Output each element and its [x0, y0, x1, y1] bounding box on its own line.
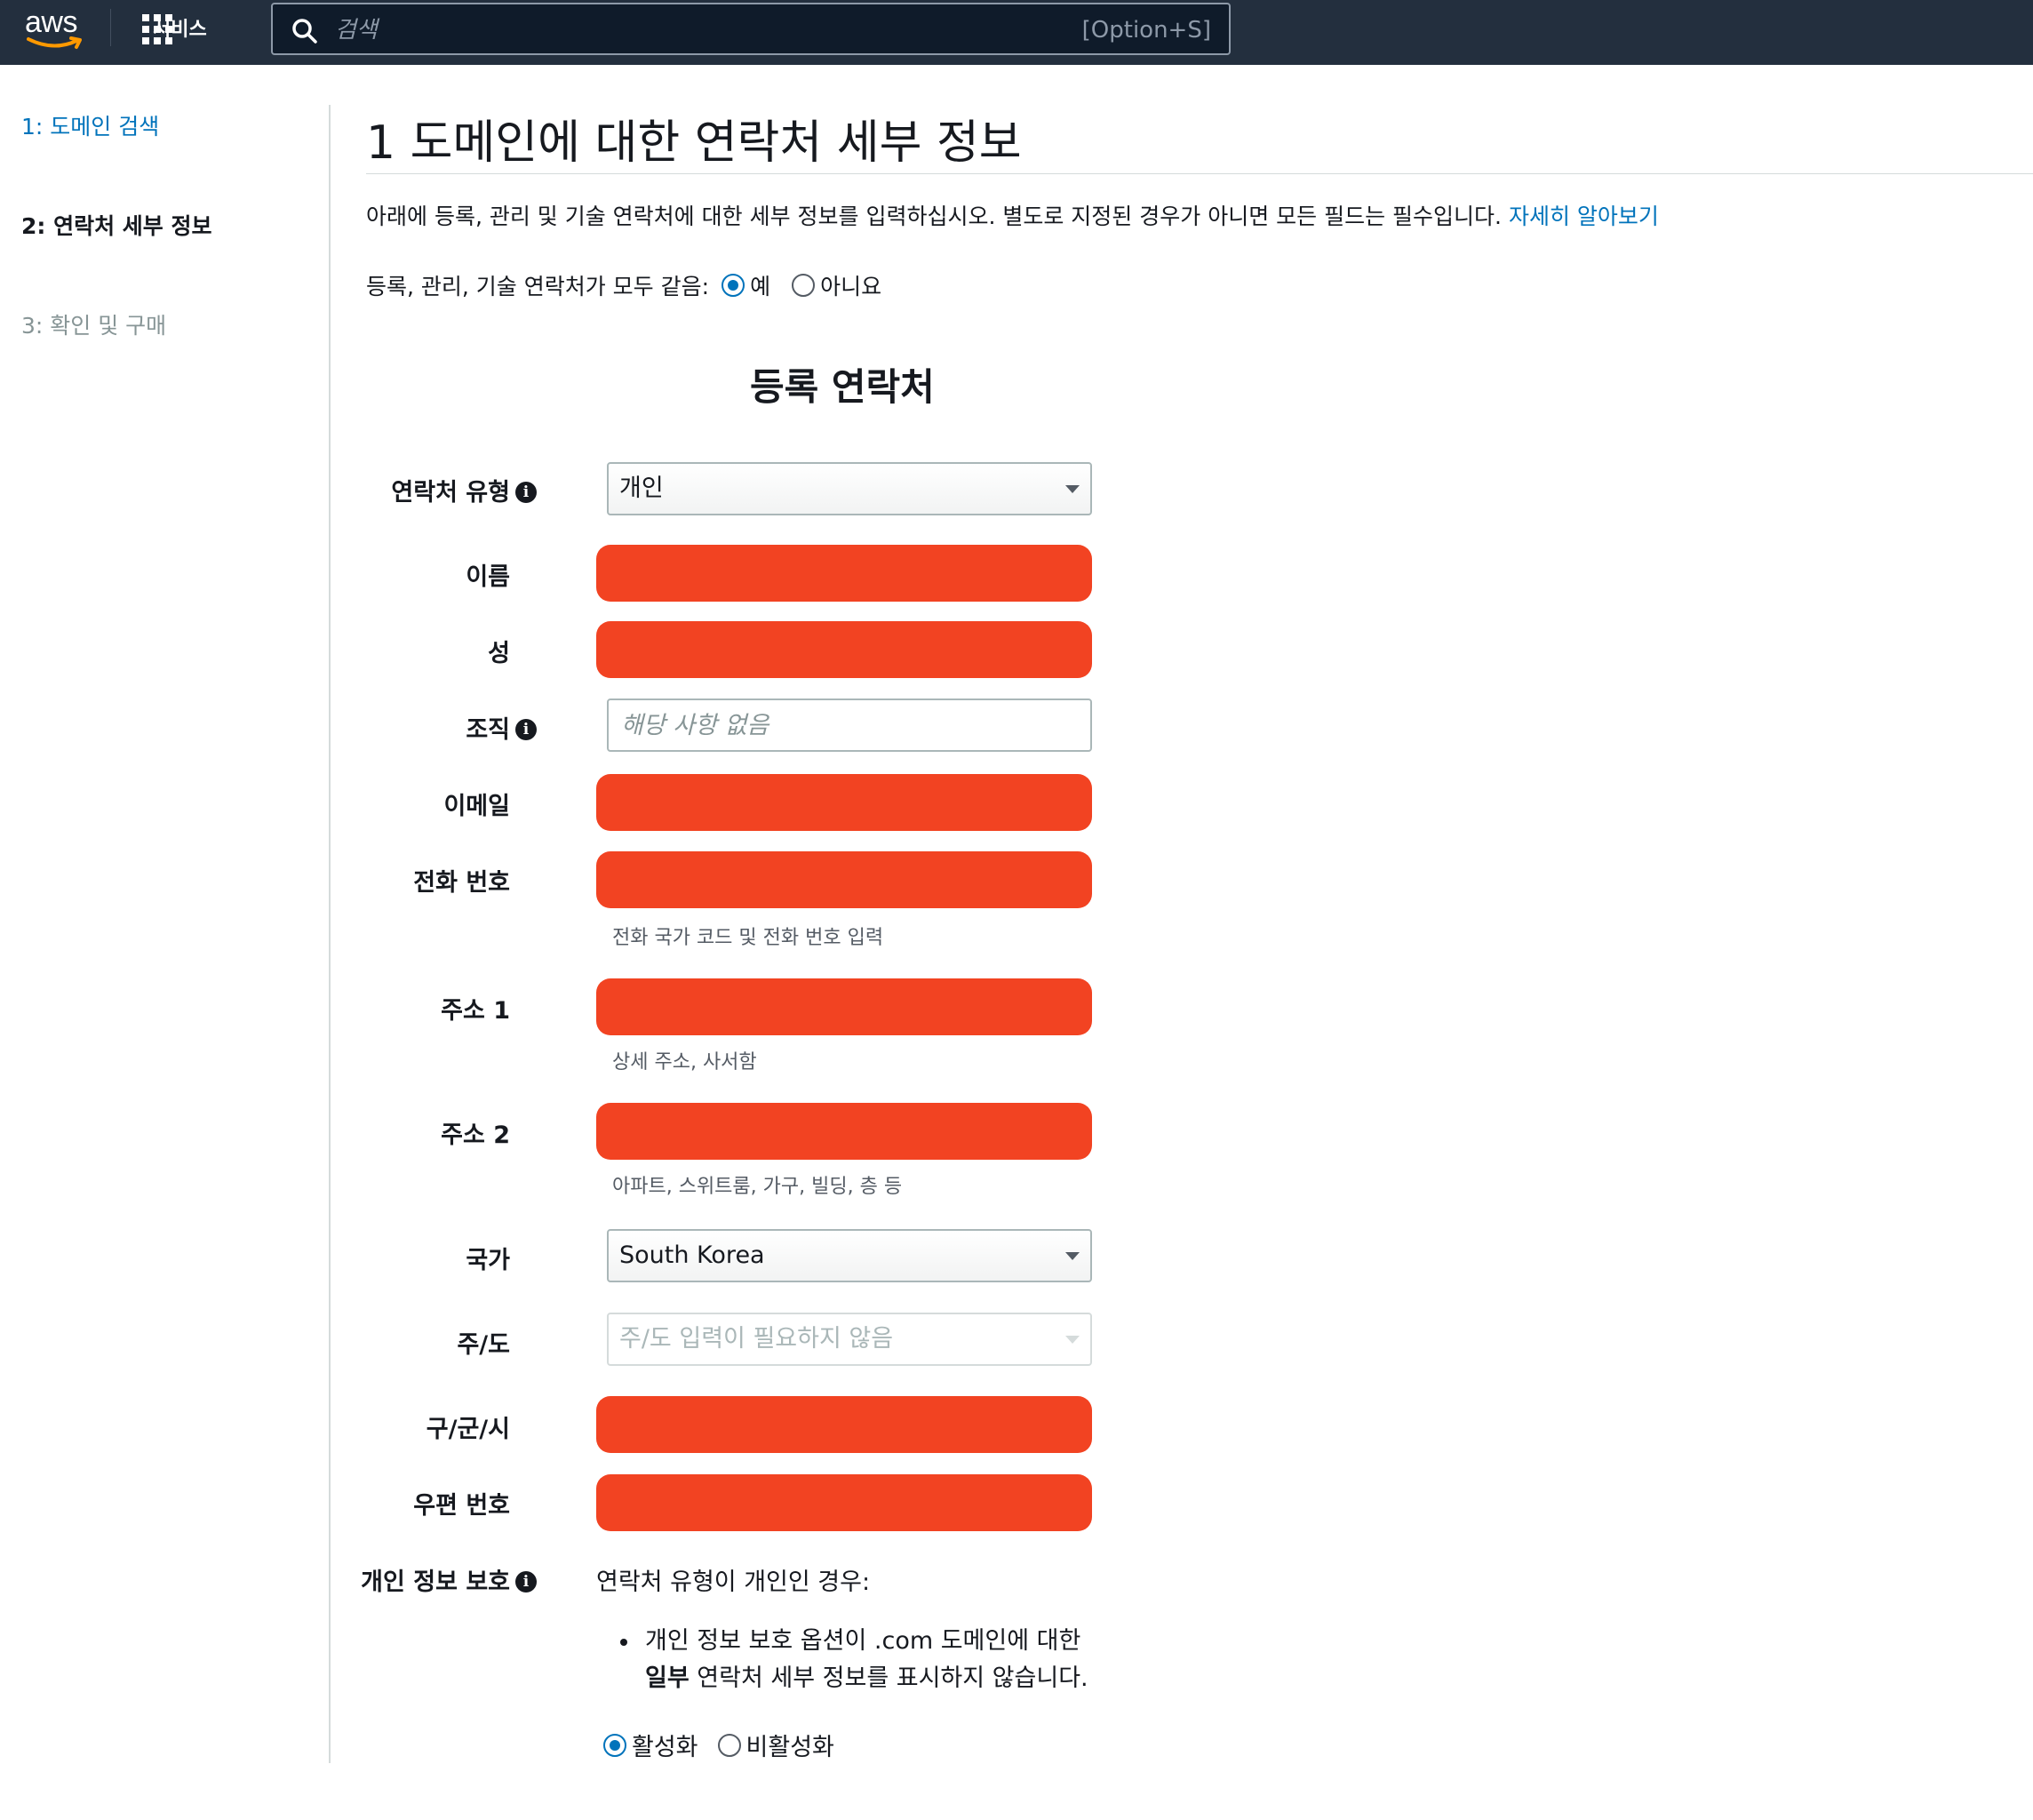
phone-hint: 전화 국가 코드 및 전화 번호 입력 — [612, 927, 884, 949]
first-name-field-redacted[interactable] — [596, 545, 1092, 602]
address2-label: 주소 2 — [441, 1122, 510, 1149]
info-icon[interactable]: i — [515, 718, 537, 740]
same-contacts-no-radio[interactable] — [792, 274, 816, 297]
caret-down-icon — [1065, 1336, 1080, 1344]
privacy-intro: 연락처 유형이 개인인 경우: — [596, 1569, 871, 1596]
privacy-bullet-line1: 개인 정보 보호 옵션이 .com 도메인에 대한 — [645, 1627, 1081, 1655]
city-field-redacted[interactable] — [596, 1396, 1092, 1453]
step-contact-details-current: 2: 연락처 세부 정보 — [21, 213, 212, 239]
nav-divider — [110, 9, 111, 46]
info-icon[interactable]: i — [515, 1570, 537, 1592]
caret-down-icon — [1065, 485, 1080, 493]
privacy-bullet-line2-rest: 연락처 세부 정보를 표시하지 않습니다. — [689, 1664, 1088, 1692]
phone-field-redacted[interactable] — [596, 851, 1092, 908]
search-box[interactable]: [Option+S] — [271, 3, 1231, 55]
city-label: 구/군/시 — [426, 1416, 510, 1443]
same-contacts-label: 등록, 관리, 기술 연락처가 모두 같음: — [366, 274, 710, 299]
same-contacts-no-option[interactable]: 아니요 — [792, 269, 881, 301]
phone-label: 전화 번호 — [413, 869, 510, 897]
bullet-dot — [620, 1639, 627, 1646]
info-icon[interactable]: i — [515, 481, 537, 503]
search-input[interactable] — [335, 12, 1010, 47]
privacy-enable-radio[interactable] — [603, 1733, 626, 1757]
privacy-disable-radio[interactable] — [717, 1733, 741, 1757]
learn-more-link[interactable]: 자세히 알아보기 — [1509, 204, 1659, 229]
services-menu-button[interactable]: 서비스 — [140, 12, 207, 44]
postal-code-label: 우편 번호 — [413, 1492, 510, 1520]
same-contacts-no-label: 아니요 — [820, 274, 882, 299]
aws-smile-icon — [27, 36, 82, 49]
postal-code-field-redacted[interactable] — [596, 1474, 1092, 1531]
search-shortcut-hint: [Option+S] — [1081, 17, 1211, 44]
organization-input[interactable] — [607, 698, 1092, 752]
state-select-disabled: 주/도 입력이 필요하지 않음 — [607, 1313, 1092, 1366]
same-contacts-yes-label: 예 — [750, 274, 771, 299]
privacy-disable-option[interactable]: 비활성화 — [717, 1728, 834, 1762]
privacy-bullet-bold: 일부 — [645, 1664, 690, 1692]
contact-type-label-text: 연락처 유형 — [391, 479, 510, 507]
top-navigation-bar: aws 서비스 [Option+S] — [0, 0, 2033, 65]
privacy-enable-option[interactable]: 활성화 — [603, 1728, 698, 1762]
privacy-disable-label: 비활성화 — [745, 1734, 834, 1761]
country-value: South Korea — [619, 1241, 765, 1269]
registrant-contact-heading: 등록 연락처 — [750, 365, 935, 409]
sidebar-divider — [329, 105, 331, 1763]
services-label: 서비스 — [153, 19, 207, 41]
intro-description: 아래에 등록, 관리 및 기술 연락처에 대한 세부 정보를 입력하십시오. 별… — [366, 204, 1509, 229]
page-title: 1 도메인에 대한 연락처 세부 정보 — [366, 116, 1022, 170]
privacy-bullet: 개인 정보 보호 옵션이 .com 도메인에 대한 일부 연락처 세부 정보를 … — [620, 1623, 1088, 1697]
state-label: 주/도 — [457, 1331, 510, 1359]
last-name-label: 성 — [488, 640, 510, 667]
privacy-protection-label: 개인 정보 보호 i — [361, 1562, 537, 1597]
caret-down-icon — [1065, 1252, 1080, 1260]
email-label: 이메일 — [443, 793, 510, 820]
same-contacts-row: 등록, 관리, 기술 연락처가 모두 같음: 예 아니요 — [366, 269, 881, 301]
address2-hint: 아파트, 스위트룸, 가구, 빌딩, 층 등 — [612, 1176, 903, 1198]
state-value: 주/도 입력이 필요하지 않음 — [619, 1325, 894, 1353]
country-select[interactable]: South Korea — [607, 1229, 1092, 1282]
privacy-enable-label: 활성화 — [632, 1734, 698, 1761]
contact-type-value: 개인 — [619, 475, 664, 502]
last-name-field-redacted[interactable] — [596, 621, 1092, 678]
privacy-bullet-line2: 일부 연락처 세부 정보를 표시하지 않습니다. — [645, 1660, 1088, 1697]
intro-text: 아래에 등록, 관리 및 기술 연락처에 대한 세부 정보를 입력하십시오. 별… — [366, 199, 1659, 231]
contact-type-select[interactable]: 개인 — [607, 462, 1092, 515]
address2-field-redacted[interactable] — [596, 1103, 1092, 1160]
privacy-protection-label-text: 개인 정보 보호 — [361, 1569, 510, 1596]
first-name-label: 이름 — [466, 563, 510, 591]
same-contacts-yes-radio[interactable] — [722, 274, 745, 297]
step-review-purchase: 3: 확인 및 구매 — [21, 313, 167, 339]
title-divider — [366, 173, 2033, 174]
aws-logo[interactable]: aws — [25, 5, 84, 50]
address1-label: 주소 1 — [441, 997, 510, 1025]
step-domain-search-link[interactable]: 1: 도메인 검색 — [21, 109, 159, 141]
contact-type-label: 연락처 유형 i — [391, 473, 537, 507]
organization-label: 조직 i — [466, 710, 537, 745]
email-field-redacted[interactable] — [596, 774, 1092, 831]
address1-hint: 상세 주소, 사서함 — [612, 1051, 757, 1074]
privacy-radio-group: 활성화 비활성화 — [603, 1728, 834, 1762]
search-icon — [292, 19, 317, 44]
country-label: 국가 — [466, 1247, 510, 1274]
same-contacts-yes-option[interactable]: 예 — [722, 269, 770, 301]
address1-field-redacted[interactable] — [596, 978, 1092, 1035]
organization-label-text: 조직 — [466, 716, 510, 744]
